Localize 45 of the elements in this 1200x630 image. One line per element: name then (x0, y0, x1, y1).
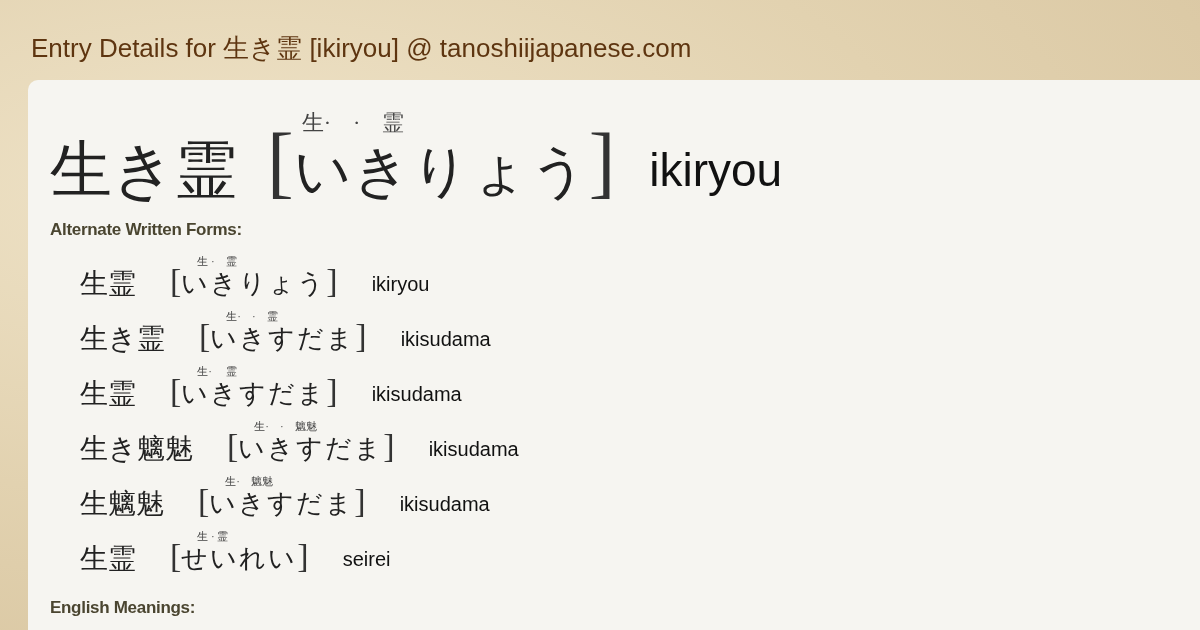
romaji: ikisudama (428, 437, 519, 462)
bracket: ] (326, 371, 338, 411)
bracket: ] (383, 426, 395, 466)
written-form: 生き霊 (80, 322, 165, 356)
written-form: 生霊 (80, 377, 136, 411)
written-form: 生魑魅 (80, 487, 164, 521)
romaji: ikisudama (400, 327, 491, 352)
section-heading: English Meanings: (50, 598, 197, 618)
headword: 生き霊 (50, 135, 237, 206)
bracket: ] (355, 316, 367, 356)
bracket: ] (326, 261, 338, 301)
kana-reading: いきりょう (293, 139, 589, 204)
romaji: ikiryou (649, 143, 783, 198)
bracket: [ (267, 116, 294, 206)
kana-reading: いきすだま (238, 433, 384, 465)
kana-reading: せいれい (181, 543, 298, 575)
romaji: ikisudama (399, 492, 490, 517)
bracket: [ (170, 261, 182, 301)
furigana: 生· 霊 (196, 365, 237, 377)
furigana: 生· · 霊 (225, 310, 278, 322)
bracket: ] (588, 116, 616, 206)
furigana: 生· · 魑魅 (253, 420, 317, 432)
bracket: [ (227, 426, 239, 466)
kana-reading: いきりょう (181, 268, 327, 300)
romaji: ikiryou (371, 272, 430, 297)
romaji: seirei (342, 547, 391, 572)
kana-reading: いきすだま (181, 378, 327, 410)
written-form: 生霊 (80, 542, 136, 576)
bracket: ] (297, 536, 309, 576)
furigana: 生· · 霊 (300, 110, 405, 136)
bracket: [ (170, 371, 182, 411)
written-form: 生霊 (80, 267, 136, 301)
bracket: [ (170, 536, 182, 576)
bracket: ] (354, 481, 366, 521)
kana-reading: いきすだま (210, 323, 356, 355)
written-form: 生き魑魅 (80, 432, 193, 466)
furigana: 生 · 霊 (196, 530, 229, 542)
page-title: Entry Details for 生き霊 [ikiryou] @ tanoshiijapanese.com (30, 32, 693, 65)
bracket: [ (199, 316, 211, 356)
kana-reading: いきすだま (209, 488, 355, 520)
section-heading: Alternate Written Forms: (50, 220, 243, 240)
bracket: [ (198, 481, 210, 521)
furigana: 生· 魑魅 (224, 475, 273, 487)
furigana: 生 · 霊 (196, 255, 237, 267)
romaji: ikisudama (371, 382, 462, 407)
